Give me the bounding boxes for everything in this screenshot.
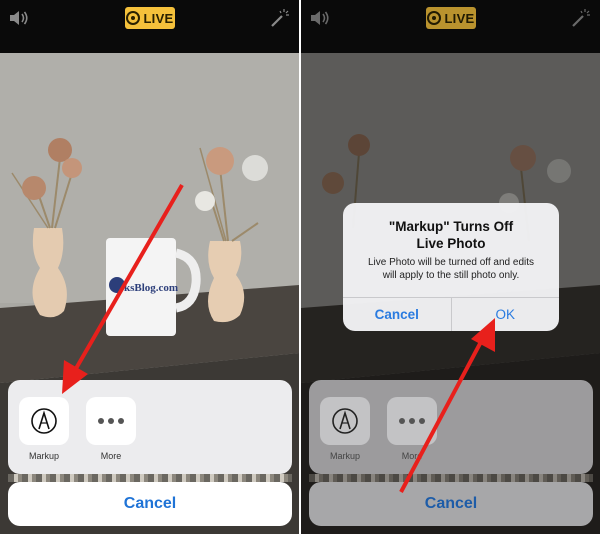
markup-pen-icon	[31, 408, 57, 434]
markup-pen-icon	[332, 408, 358, 434]
magic-wand-icon[interactable]	[269, 8, 289, 28]
more-dots-icon	[98, 418, 124, 424]
markup-label: Markup	[329, 451, 360, 461]
left-screen: LIVE ksBlog.com Markup More Cancel	[0, 0, 299, 534]
live-icon	[427, 11, 442, 25]
markup-label: Markup	[28, 451, 59, 461]
alert-message-line2: will apply to the still photo only.	[382, 270, 520, 281]
markup-action[interactable]: Markup	[320, 397, 370, 461]
alert-ok-button[interactable]: OK	[452, 298, 560, 331]
markup-action[interactable]: Markup	[19, 397, 69, 461]
sheet-edge	[309, 474, 593, 482]
speaker-icon[interactable]	[309, 9, 331, 27]
markup-alert-dialog: "Markup" Turns Off Live Photo Live Photo…	[343, 203, 559, 331]
alert-title-line2: Live Photo	[416, 236, 486, 251]
more-action[interactable]: More	[86, 397, 136, 461]
cancel-button[interactable]: Cancel	[309, 482, 593, 526]
right-screen: LIVE Markup More Cancel "Markup" Turns O…	[301, 0, 600, 534]
live-photo-toggle[interactable]: LIVE	[125, 7, 175, 29]
live-photo-toggle[interactable]: LIVE	[426, 7, 476, 29]
photo-toolbar: LIVE	[301, 0, 600, 53]
magic-wand-icon[interactable]	[570, 8, 590, 28]
live-icon	[126, 11, 141, 25]
more-tile[interactable]	[86, 397, 136, 445]
more-dots-icon	[399, 418, 425, 424]
more-action[interactable]: More	[387, 397, 437, 461]
alert-message: Live Photo will be turned off and edits …	[343, 256, 559, 282]
alert-buttons: Cancel OK	[343, 297, 559, 331]
alert-cancel-button[interactable]: Cancel	[343, 298, 452, 331]
markup-tile[interactable]	[19, 397, 69, 445]
mug-text: ksBlog.com	[124, 282, 178, 294]
more-label: More	[401, 451, 423, 461]
alert-message-line1: Live Photo will be turned off and edits	[367, 257, 535, 268]
speaker-icon[interactable]	[8, 9, 30, 27]
cancel-button[interactable]: Cancel	[8, 482, 292, 526]
share-action-sheet: Markup More	[309, 380, 593, 474]
live-label: LIVE	[143, 10, 174, 26]
sheet-edge	[8, 474, 292, 482]
more-label: More	[100, 451, 122, 461]
live-label: LIVE	[444, 10, 475, 26]
more-tile[interactable]	[387, 397, 437, 445]
photo-toolbar: LIVE	[0, 0, 299, 53]
markup-tile[interactable]	[320, 397, 370, 445]
alert-title-line1: "Markup" Turns Off	[388, 219, 514, 234]
share-action-sheet: Markup More	[8, 380, 292, 474]
alert-title: "Markup" Turns Off Live Photo	[343, 218, 559, 252]
